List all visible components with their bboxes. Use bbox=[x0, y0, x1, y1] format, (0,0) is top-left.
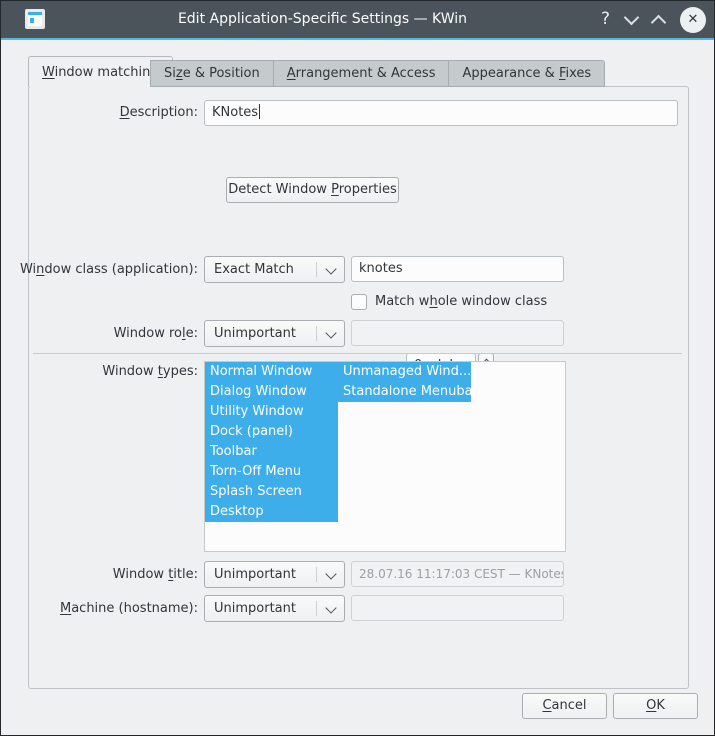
tab-appearance-fixes[interactable]: Appearance & Fixes bbox=[449, 60, 605, 87]
list-item[interactable]: Torn-Off Menu bbox=[205, 462, 338, 482]
titlebar-accent-line bbox=[1, 38, 714, 40]
window-class-match-select[interactable]: Exact Match bbox=[204, 256, 345, 283]
minimize-icon[interactable] bbox=[624, 10, 640, 26]
list-item[interactable]: Normal Window bbox=[205, 362, 338, 382]
chevron-down-icon bbox=[325, 263, 336, 274]
window-role-label: Window role: bbox=[114, 320, 198, 347]
list-item[interactable]: Standalone Menubar bbox=[338, 382, 471, 402]
text-caret bbox=[259, 104, 260, 119]
kwin-app-specific-settings-dialog: Edit Application-Specific Settings — KWi… bbox=[0, 0, 715, 736]
window-types-label: Window types: bbox=[102, 361, 198, 383]
window-class-label: Window class (application): bbox=[20, 256, 198, 283]
window-title-input: 28.07.16 11:17:03 CEST — KNotes bbox=[351, 561, 564, 587]
chevron-down-icon bbox=[325, 568, 336, 579]
machine-input bbox=[351, 595, 564, 621]
window-role-input bbox=[351, 320, 564, 346]
window-role-match-select[interactable]: Unimportant bbox=[204, 320, 345, 347]
list-item[interactable]: Desktop bbox=[205, 502, 338, 522]
list-item[interactable]: Toolbar bbox=[205, 442, 338, 462]
kwin-app-icon bbox=[25, 9, 45, 29]
match-whole-class-checkbox[interactable] bbox=[351, 294, 367, 310]
separator bbox=[33, 353, 682, 354]
tab-size-position[interactable]: Size & Position bbox=[150, 60, 274, 87]
chevron-down-icon bbox=[325, 327, 336, 338]
window-class-input[interactable]: knotes bbox=[351, 256, 564, 282]
cancel-button[interactable]: Cancel bbox=[522, 693, 607, 719]
ok-button[interactable]: OK bbox=[613, 693, 698, 719]
help-icon[interactable]: ? bbox=[601, 11, 610, 28]
list-item[interactable]: Splash Screen bbox=[205, 482, 338, 502]
window-types-list[interactable]: Normal Window Dialog Window Utility Wind… bbox=[204, 361, 566, 552]
close-icon[interactable]: ✕ bbox=[680, 7, 706, 33]
window-title: Edit Application-Specific Settings — KWi… bbox=[61, 1, 584, 38]
match-whole-class-label: Match whole window class bbox=[375, 293, 547, 311]
machine-hostname-label: Machine (hostname): bbox=[60, 595, 198, 622]
machine-match-select[interactable]: Unimportant bbox=[204, 595, 345, 622]
list-item[interactable]: Dialog Window bbox=[205, 382, 338, 402]
description-input[interactable]: KNotes bbox=[204, 100, 678, 126]
titlebar[interactable]: Edit Application-Specific Settings — KWi… bbox=[1, 1, 714, 38]
window-title-label: Window title: bbox=[113, 561, 198, 588]
description-label: Description: bbox=[120, 100, 198, 126]
maximize-icon[interactable] bbox=[651, 14, 667, 30]
list-item[interactable]: Unmanaged Wind... bbox=[338, 362, 471, 382]
detect-window-properties-button[interactable]: Detect Window Properties bbox=[226, 177, 399, 203]
list-item[interactable]: Dock (panel) bbox=[205, 422, 338, 442]
window-title-match-select[interactable]: Unimportant bbox=[204, 561, 345, 588]
list-item[interactable]: Utility Window bbox=[205, 402, 338, 422]
tab-arrangement-access[interactable]: Arrangement & Access bbox=[274, 60, 450, 87]
chevron-down-icon bbox=[325, 602, 336, 613]
tabbar: Size & Position Arrangement & Access App… bbox=[150, 60, 605, 87]
